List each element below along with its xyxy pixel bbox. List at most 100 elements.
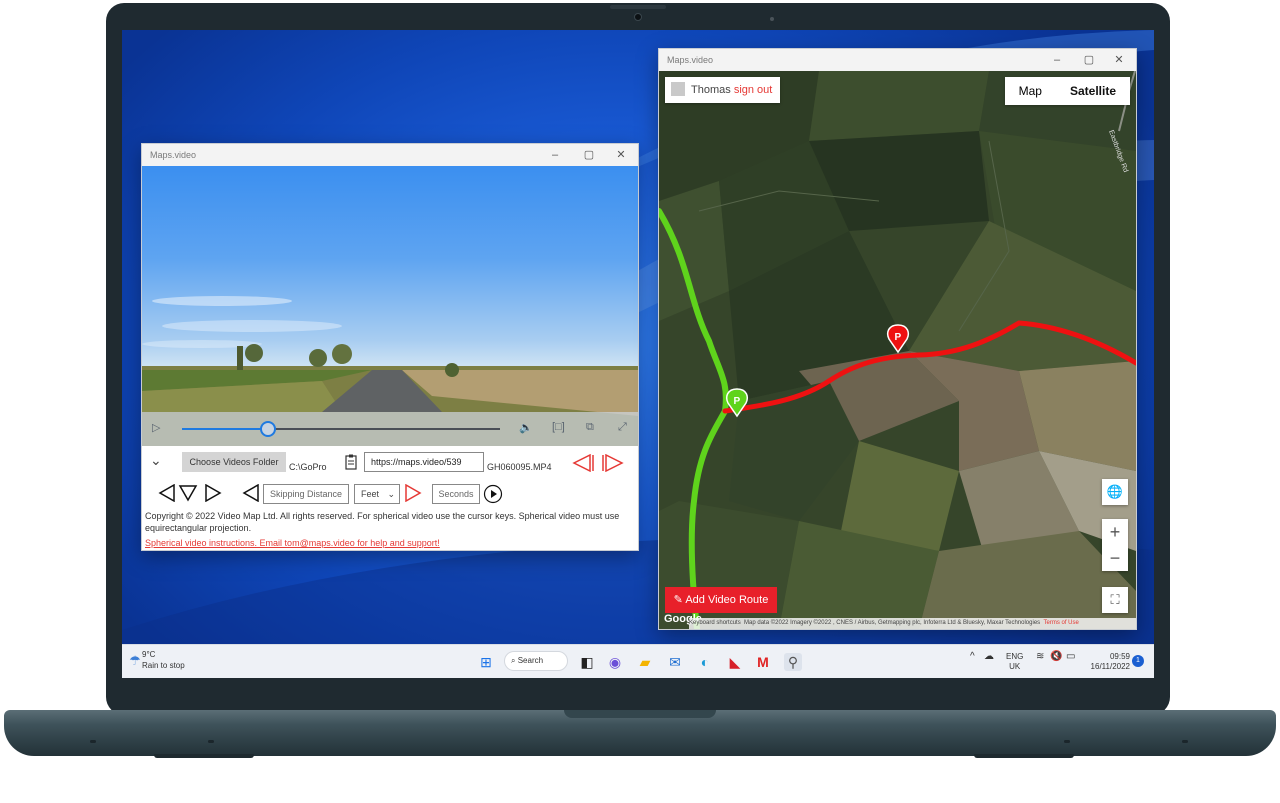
avatar-icon: [671, 82, 685, 97]
mail-icon[interactable]: ✉: [666, 653, 684, 671]
chevron-up-icon[interactable]: ^: [970, 652, 975, 662]
svg-text:P: P: [895, 332, 902, 343]
start-icon[interactable]: ⊞: [477, 653, 495, 671]
video-map-app-icon[interactable]: ◣: [726, 653, 744, 671]
search-label: Search: [517, 656, 544, 665]
language-indicator[interactable]: ENG UK: [1006, 652, 1023, 672]
m-app-icon[interactable]: M: [754, 653, 772, 671]
pencil-icon: ✎: [673, 594, 686, 606]
wifi-icon[interactable]: ≋: [1036, 652, 1044, 662]
skip-forward-icon[interactable]: [404, 484, 422, 502]
speaker-hole: [208, 740, 214, 743]
map-attribution: Keyboard shortcuts Map data ©2022 Imager…: [689, 618, 1136, 629]
search-icon: ⌕: [511, 656, 518, 665]
video-window-title: Maps.video: [150, 150, 197, 160]
skip-back-icon[interactable]: [242, 484, 260, 502]
weather-widget[interactable]: 9°C Rain to stop: [142, 649, 185, 671]
webcam-led: [770, 17, 774, 21]
clock[interactable]: 09:59 16/11/2022: [1088, 652, 1130, 672]
video-scene: [142, 296, 638, 446]
chevron-down-icon: ⌄: [387, 489, 395, 499]
clock-time: 09:59: [1109, 652, 1130, 661]
svg-text:P: P: [734, 396, 741, 407]
keyboard-shortcuts-link[interactable]: Keyboard shortcuts: [689, 620, 741, 626]
lang-line2: UK: [1009, 662, 1021, 671]
user-info: Thomas sign out: [665, 77, 781, 103]
skip-direction-icons[interactable]: [158, 484, 222, 502]
weather-temp: 9°C: [142, 650, 156, 659]
autoplay-icon[interactable]: [483, 484, 503, 504]
seek-bar[interactable]: [182, 421, 500, 437]
speaker-muted-icon[interactable]: 🔇: [1050, 652, 1062, 662]
map-terrain: Eastbridge Rd P P: [659, 71, 1136, 629]
cloud-icon[interactable]: ☁: [984, 652, 994, 662]
share-url-input[interactable]: https://maps.video/539: [364, 452, 484, 472]
zoom-control: + −: [1102, 519, 1128, 571]
help-link[interactable]: Spherical video instructions. Email tom@…: [145, 538, 440, 548]
cast-icon[interactable]: [□]: [552, 421, 565, 433]
globe-icon[interactable]: 🌐: [1102, 479, 1128, 505]
video-player[interactable]: ▷ 🔈 [□] ⧉ ⤢: [142, 166, 638, 446]
clipboard-icon[interactable]: [345, 454, 357, 470]
maps-video-app-icon[interactable]: ⚲: [784, 653, 802, 671]
edge-icon[interactable]: ◐: [696, 653, 714, 671]
map-type-satellite[interactable]: Satellite: [1056, 77, 1130, 105]
webcam: [634, 13, 642, 21]
video-window[interactable]: Maps.video – ▢ ✕ ▷ 🔈 [□] ⧉ ⤢ ⌄ Choose Vi…: [141, 143, 639, 551]
speaker-hole: [90, 740, 96, 743]
video-window-titlebar[interactable]: Maps.video – ▢ ✕: [142, 144, 638, 166]
seek-bar-fill: [182, 428, 268, 430]
taskbar: ☂ 9°C Rain to stop ⊞ ⌕ Search ◧ ◉ ▰ ✉ ◐ …: [122, 644, 1154, 678]
previous-next-video-icon[interactable]: [572, 454, 628, 472]
unit-select-value: Feet: [361, 489, 380, 499]
sign-out-link[interactable]: sign out: [734, 84, 773, 96]
laptop-foot: [974, 754, 1074, 758]
laptop-base: [4, 710, 1276, 758]
video-controls: ▷ 🔈 [□] ⧉ ⤢: [142, 412, 638, 446]
volume-icon[interactable]: 🔈: [519, 421, 533, 434]
minimize-button[interactable]: –: [540, 147, 570, 163]
fullscreen-icon[interactable]: ⛶: [1102, 587, 1128, 613]
folder-path: C:\GoPro: [289, 462, 327, 472]
choose-videos-folder-button[interactable]: Choose Videos Folder: [182, 452, 286, 472]
minimize-button[interactable]: –: [1042, 52, 1072, 68]
file-explorer-icon[interactable]: ▰: [636, 653, 654, 671]
close-button[interactable]: ✕: [1104, 52, 1134, 68]
maximize-button[interactable]: ▢: [574, 147, 604, 163]
user-name: Thomas: [691, 84, 731, 96]
laptop-foot: [154, 754, 254, 758]
chat-icon[interactable]: ◉: [606, 653, 624, 671]
zoom-out-button[interactable]: −: [1102, 545, 1128, 571]
unit-select[interactable]: Feet ⌄: [354, 484, 400, 504]
map-type-map[interactable]: Map: [1005, 77, 1056, 105]
speaker-hole: [1182, 740, 1188, 743]
photo-stage: Maps.video – ▢ ✕ ▷ 🔈 [□] ⧉ ⤢ ⌄ Choose Vi…: [0, 0, 1280, 803]
close-button[interactable]: ✕: [606, 147, 636, 163]
map-window-titlebar[interactable]: Maps.video – ▢ ✕: [659, 49, 1136, 71]
zoom-in-button[interactable]: +: [1102, 519, 1128, 545]
fullscreen-icon[interactable]: ⤢: [618, 421, 627, 434]
add-video-route-button[interactable]: ✎ Add Video Route: [665, 587, 777, 613]
battery-icon[interactable]: ▭: [1066, 652, 1075, 662]
map-data-text: Map data ©2022 Imagery ©2022 , CNES / Ai…: [744, 620, 1041, 626]
chevron-down-icon[interactable]: ⌄: [150, 452, 162, 469]
seek-bar-thumb[interactable]: [259, 421, 276, 437]
picture-in-picture-icon[interactable]: ⧉: [586, 421, 594, 434]
maximize-button[interactable]: ▢: [1074, 52, 1104, 68]
desktop-screen: Maps.video – ▢ ✕ ▷ 🔈 [□] ⧉ ⤢ ⌄ Choose Vi…: [122, 30, 1154, 678]
video-settings-panel: ⌄ Choose Videos Folder C:\GoPro https://…: [142, 446, 638, 550]
terms-link[interactable]: Terms of Use: [1044, 620, 1079, 626]
play-icon[interactable]: ▷: [152, 421, 160, 434]
hinge-groove: [564, 710, 716, 718]
notification-badge[interactable]: 1: [1132, 655, 1144, 667]
satellite-map[interactable]: Eastbridge Rd P P Thomas sign out Map Sa…: [659, 71, 1136, 629]
skipping-distance-input[interactable]: Skipping Distance: [263, 484, 349, 504]
task-view-icon[interactable]: ◧: [578, 653, 596, 671]
search-button[interactable]: ⌕ Search: [504, 651, 568, 671]
seconds-input[interactable]: Seconds: [432, 484, 480, 504]
add-video-route-label: Add Video Route: [685, 594, 769, 606]
map-window[interactable]: Maps.video – ▢ ✕ Eastbridge Rd P P Thoma…: [658, 48, 1137, 630]
map-type-toggle: Map Satellite: [1004, 77, 1130, 105]
bezel-notch: [610, 5, 666, 9]
clock-date: 16/11/2022: [1090, 662, 1130, 671]
